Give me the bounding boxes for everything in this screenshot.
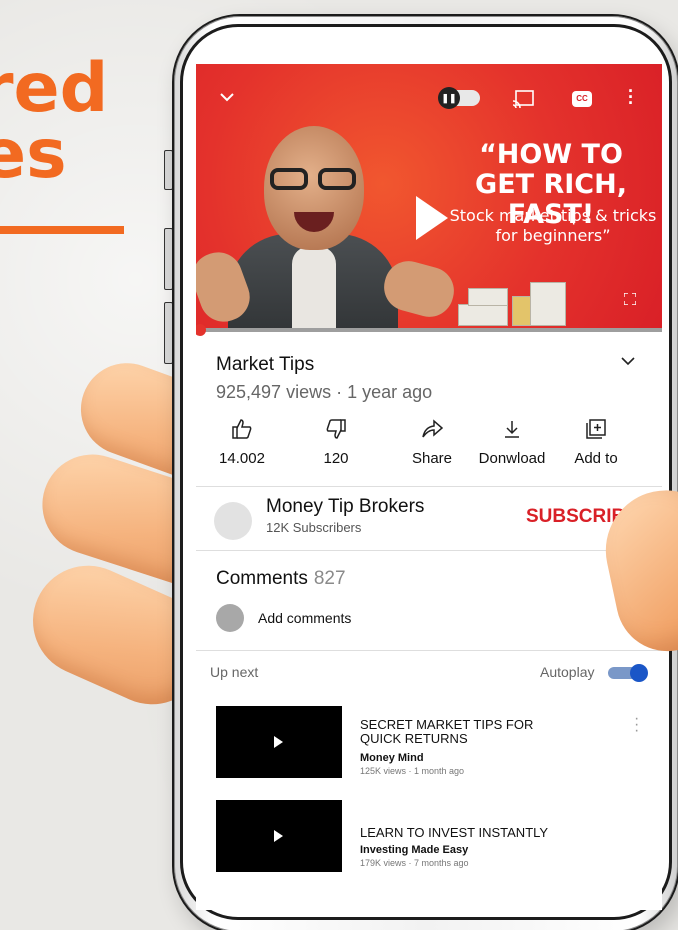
play-icon[interactable] bbox=[416, 196, 448, 240]
video-thumbnail[interactable] bbox=[216, 800, 342, 872]
video-title: Market Tips bbox=[216, 354, 315, 375]
upnext-video-meta: 125K views · 1 month ago bbox=[360, 766, 465, 776]
thumbs-down-icon bbox=[294, 418, 378, 446]
share-button[interactable]: Share bbox=[390, 418, 474, 467]
play-icon bbox=[274, 736, 283, 748]
comments-heading[interactable]: Comments 827 bbox=[216, 568, 346, 590]
add-to-label: Add to bbox=[574, 450, 618, 467]
like-button[interactable]: 14.002 bbox=[200, 418, 284, 467]
channel-subscribers: 12K Subscribers bbox=[266, 520, 362, 535]
video-player[interactable]: ❚❚ CC · · · “HOW TO GET RICH, FAST! Stock … bbox=[196, 64, 662, 330]
cast-icon[interactable] bbox=[512, 90, 534, 111]
headline-line-1: l bbox=[0, 0, 108, 57]
download-icon bbox=[470, 418, 554, 446]
upnext-video-channel: Money Mind bbox=[360, 752, 424, 764]
user-avatar bbox=[216, 604, 244, 632]
add-to-button[interactable]: Add to bbox=[554, 418, 638, 467]
like-count: 14.002 bbox=[219, 450, 265, 467]
play-icon bbox=[274, 830, 283, 842]
expand-description-icon[interactable] bbox=[620, 350, 636, 371]
video-overlay-subtitle: Stock market tips & tricks for beginners… bbox=[449, 206, 657, 245]
add-comment-input[interactable]: Add comments bbox=[258, 610, 351, 626]
chevron-down-icon[interactable] bbox=[218, 88, 236, 106]
video-progress-bar[interactable] bbox=[196, 324, 662, 336]
add-to-playlist-icon bbox=[554, 418, 638, 446]
headline-underline bbox=[0, 226, 124, 234]
autoplay-toggle[interactable] bbox=[608, 664, 648, 682]
upnext-video-title[interactable]: LEARN TO INVEST INSTANTLY bbox=[360, 826, 560, 840]
pause-icon: ❚❚ bbox=[438, 87, 460, 109]
thumbs-up-icon bbox=[200, 418, 284, 446]
headline-text: lredes bbox=[0, 0, 109, 194]
headline-line-2: red bbox=[0, 49, 109, 128]
divider bbox=[196, 550, 662, 551]
video-thumbnail[interactable] bbox=[216, 706, 342, 778]
comments-label: Comments bbox=[216, 568, 308, 589]
dislike-count: 120 bbox=[323, 450, 349, 467]
upnext-video-meta: 179K views · 7 months ago bbox=[360, 858, 469, 868]
divider bbox=[196, 486, 662, 487]
channel-avatar[interactable] bbox=[214, 502, 252, 540]
money-stack-image bbox=[458, 282, 568, 326]
download-button[interactable]: Donwload bbox=[470, 418, 554, 467]
share-icon bbox=[390, 418, 474, 446]
pause-toggle[interactable]: ❚❚ bbox=[438, 87, 480, 109]
share-label: Share bbox=[411, 450, 453, 467]
upnext-video-title[interactable]: SECRET MARKET TIPS FOR QUICK RETURNS bbox=[360, 718, 560, 746]
captions-button[interactable]: CC bbox=[572, 91, 592, 107]
video-scrubber[interactable] bbox=[196, 324, 206, 336]
presenter-glasses bbox=[264, 168, 364, 190]
autoplay-toggle-knob bbox=[630, 664, 648, 682]
more-vert-icon[interactable]: · · · bbox=[634, 711, 639, 739]
autoplay-label: Autoplay bbox=[540, 664, 595, 680]
up-next-label: Up next bbox=[210, 664, 259, 680]
divider bbox=[196, 650, 662, 651]
presenter-shirt bbox=[292, 246, 336, 330]
upnext-video-channel: Investing Made Easy bbox=[360, 844, 469, 856]
fullscreen-icon[interactable] bbox=[623, 290, 637, 308]
video-views: 925,497 views · 1 year ago bbox=[216, 382, 433, 402]
download-label: Donwload bbox=[478, 450, 546, 467]
dislike-button[interactable]: 120 bbox=[294, 418, 378, 467]
comments-count: 827 bbox=[313, 568, 346, 589]
phone-screen: ❚❚ CC · · · “HOW TO GET RICH, FAST! Stock … bbox=[196, 64, 662, 910]
headline-line-3: es bbox=[0, 115, 67, 194]
more-vert-icon[interactable]: · · · bbox=[628, 82, 634, 112]
channel-name[interactable]: Money Tip Brokers bbox=[266, 496, 424, 518]
